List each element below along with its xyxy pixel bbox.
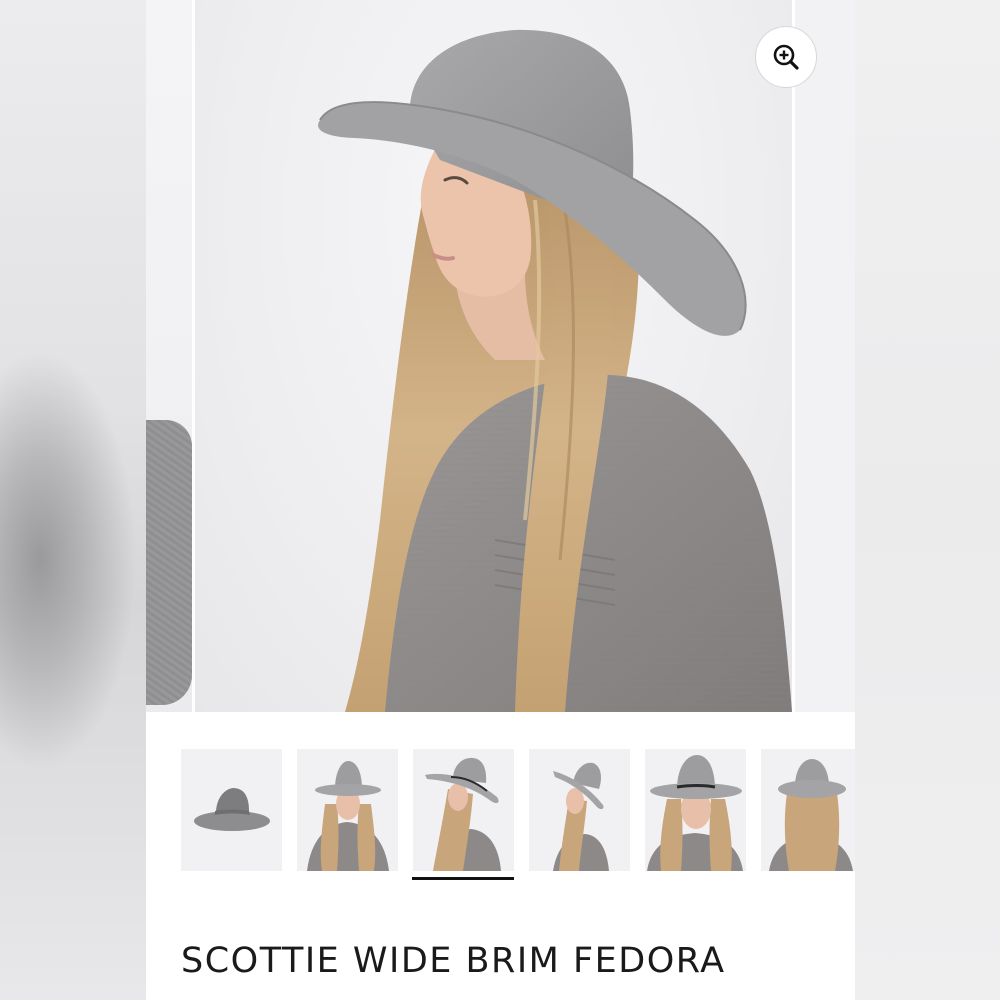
- previous-image-peek[interactable]: [146, 0, 192, 712]
- active-thumbnail-indicator: [412, 877, 514, 880]
- zoom-button[interactable]: [755, 26, 817, 88]
- thumbnail-strip[interactable]: [181, 749, 855, 889]
- product-title: SCOTTIE WIDE BRIM FEDORA: [181, 941, 726, 982]
- sweater-sleeve: [146, 420, 192, 705]
- thumbnail-side-view[interactable]: [413, 749, 514, 871]
- zoom-in-icon: [773, 44, 799, 70]
- thumbnail-front-view[interactable]: [297, 749, 398, 871]
- main-product-image[interactable]: [195, 0, 792, 712]
- thumbnail-back-view[interactable]: [761, 749, 855, 871]
- thumbnail-hat-only[interactable]: [181, 749, 282, 871]
- thumbnail-side-view-2[interactable]: [529, 749, 630, 871]
- next-image-peek[interactable]: [795, 0, 855, 712]
- background-right-blur: [855, 0, 1000, 1000]
- product-card: SCOTTIE WIDE BRIM FEDORA: [146, 0, 855, 1000]
- background-left-blur: [0, 0, 146, 1000]
- model-wearing-hat-illustration: [318, 29, 792, 712]
- image-gallery[interactable]: [146, 0, 855, 712]
- thumbnail-front-closeup[interactable]: [645, 749, 746, 871]
